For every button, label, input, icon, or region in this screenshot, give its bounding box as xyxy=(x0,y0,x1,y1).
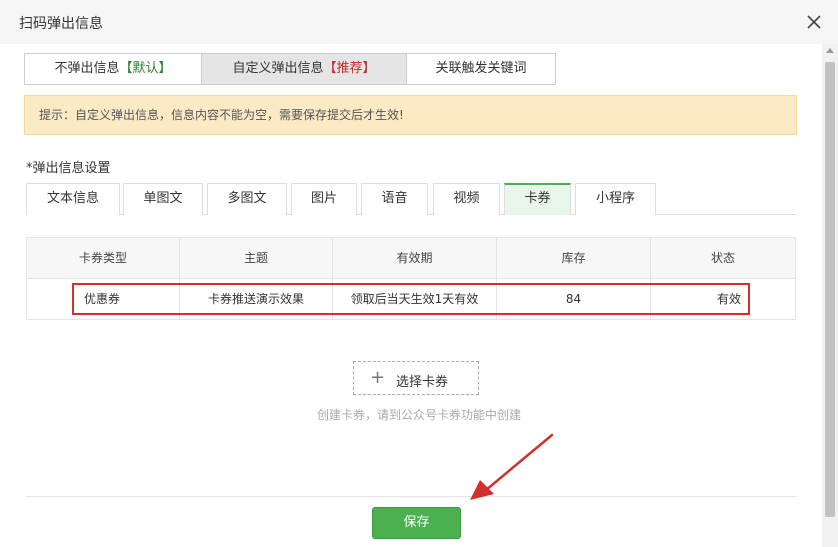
cell-stock: 84 xyxy=(497,279,651,320)
type-tab-video[interactable]: 视频 xyxy=(433,183,500,215)
dialog-titlebar: 扫码弹出信息 xyxy=(0,0,838,44)
type-tab-mini-program[interactable]: 小程序 xyxy=(575,183,656,215)
type-tab-image[interactable]: 图片 xyxy=(291,183,357,215)
column-header: 有效期 xyxy=(333,238,497,279)
select-card-label: 选择卡券 xyxy=(396,375,449,390)
mode-tab-label: 关联触发关键词 xyxy=(435,61,527,76)
type-tab-card[interactable]: 卡券 xyxy=(504,183,571,215)
cell-validity: 领取后当天生效1天有效 xyxy=(333,279,497,320)
mode-tab-keyword[interactable]: 关联触发关键词 xyxy=(407,54,555,84)
scroll-thumb[interactable] xyxy=(825,62,835,517)
column-header: 卡券类型 xyxy=(27,238,180,279)
mode-tab-tag: 【推荐】 xyxy=(323,61,376,76)
scroll-up-arrow-icon[interactable] xyxy=(826,48,834,53)
mode-tab-no-popup[interactable]: 不弹出信息【默认】 xyxy=(25,54,202,84)
cell-theme: 卡券推送演示效果 xyxy=(180,279,333,320)
column-header: 库存 xyxy=(497,238,651,279)
cell-card-type: 优惠券 xyxy=(27,279,180,320)
type-tab-text[interactable]: 文本信息 xyxy=(26,183,120,215)
mode-tab-label: 自定义弹出信息 xyxy=(232,61,324,76)
vertical-scrollbar[interactable] xyxy=(822,44,838,547)
content-type-tabs: 文本信息 单图文 多图文 图片 语音 视频 卡券 小程序 xyxy=(26,183,796,215)
footer-divider xyxy=(26,496,796,497)
column-header: 主题 xyxy=(180,238,333,279)
table-row[interactable]: 优惠券 卡券推送演示效果 领取后当天生效1天有效 84 有效 xyxy=(27,279,795,320)
section-label: *弹出信息设置 xyxy=(26,161,111,176)
card-table: 卡券类型 主题 有效期 库存 状态 优惠券 卡券推送演示效果 领取后当天生效1天… xyxy=(26,237,796,320)
mode-tab-label: 不弹出信息 xyxy=(54,61,120,76)
save-button[interactable]: 保存 xyxy=(372,507,461,539)
tip-banner: 提示：自定义弹出信息，信息内容不能为空，需要保存提交后才生效! xyxy=(24,95,797,135)
table-header: 卡券类型 主题 有效期 库存 状态 xyxy=(27,238,795,279)
type-tab-multi-article[interactable]: 多图文 xyxy=(207,183,287,215)
select-card-button[interactable]: + 选择卡券 xyxy=(353,361,479,395)
create-card-hint: 创建卡券，请到公众号卡券功能中创建 xyxy=(316,408,521,422)
type-tab-voice[interactable]: 语音 xyxy=(361,183,428,215)
column-header: 状态 xyxy=(710,251,735,265)
type-tab-single-article[interactable]: 单图文 xyxy=(123,183,203,215)
dialog-title: 扫码弹出信息 xyxy=(19,16,103,32)
cell-status: 有效 xyxy=(716,292,741,306)
plus-icon: + xyxy=(370,367,386,388)
popup-mode-tabs: 不弹出信息【默认】 自定义弹出信息【推荐】 关联触发关键词 xyxy=(24,53,556,85)
close-icon[interactable] xyxy=(806,14,822,30)
mode-tab-custom-popup[interactable]: 自定义弹出信息【推荐】 xyxy=(202,54,407,84)
mode-tab-tag: 【默认】 xyxy=(119,61,172,76)
